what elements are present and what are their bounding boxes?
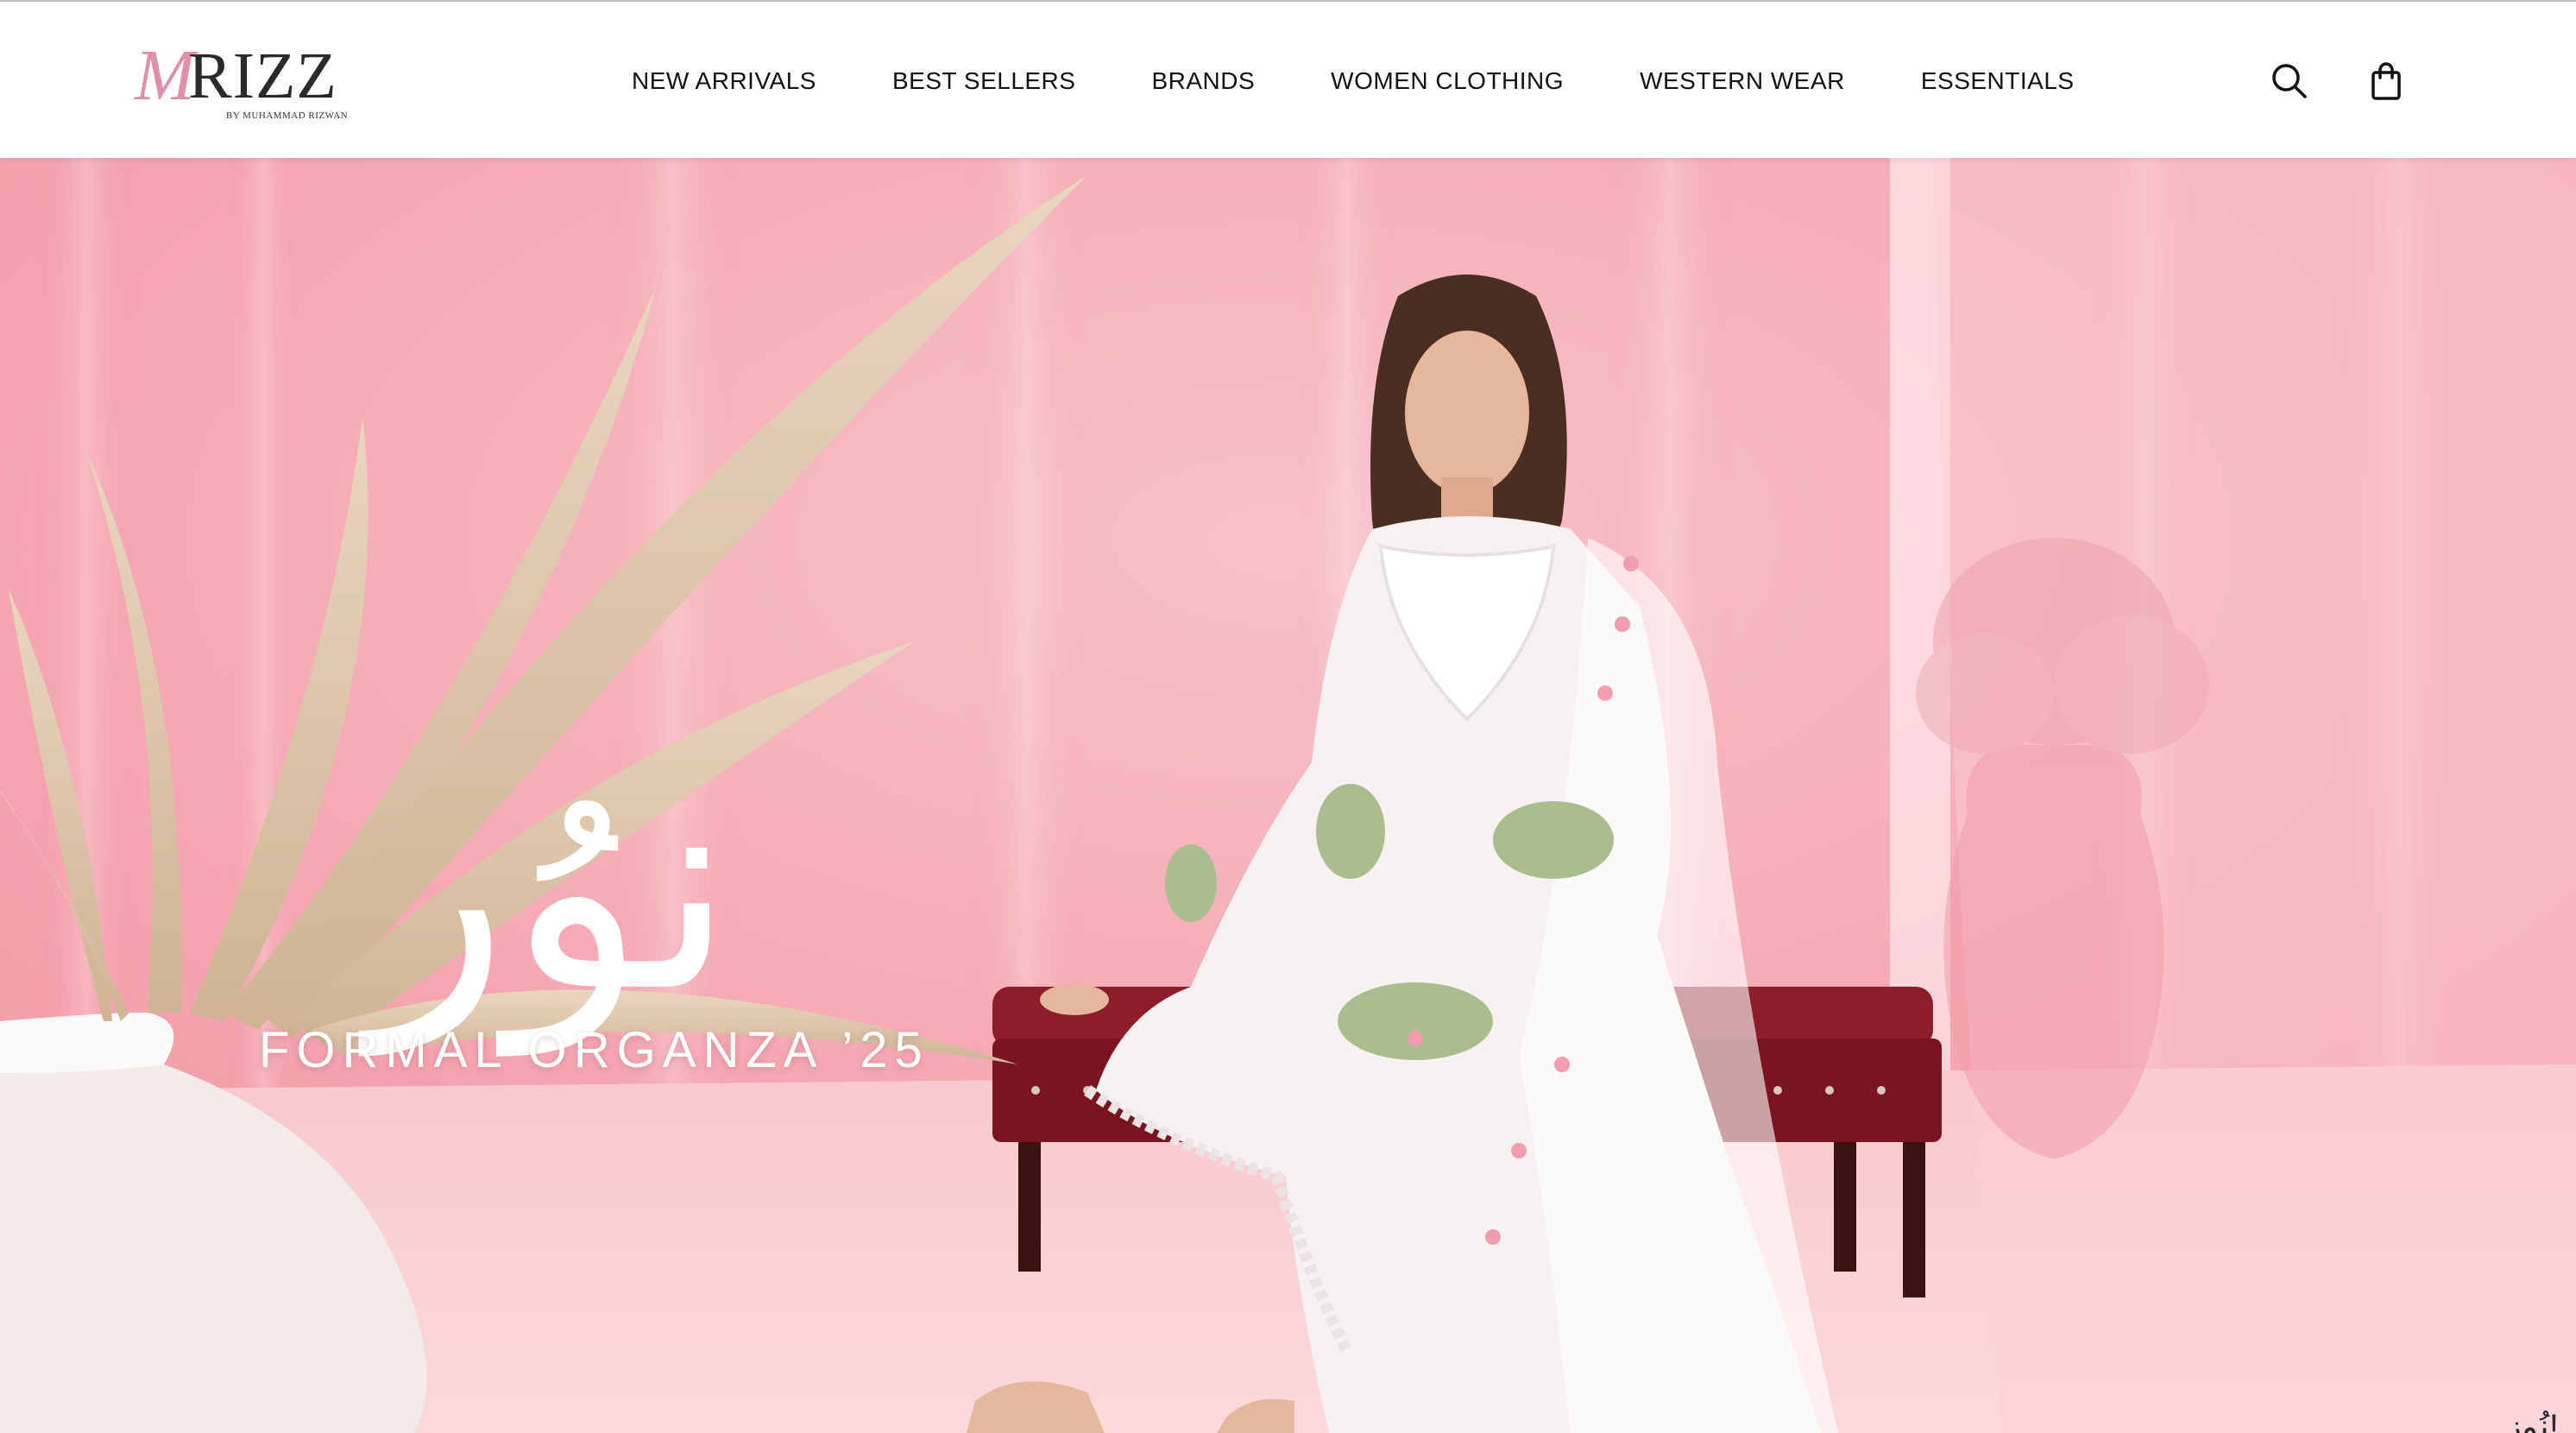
search-icon xyxy=(2272,64,2307,98)
logo-initial: M xyxy=(135,35,195,116)
nav-item-women-clothing[interactable]: WOMEN CLOTHING xyxy=(1331,67,1564,95)
logo-wordmark: RIZZ xyxy=(188,40,337,112)
nav-item-best-sellers[interactable]: BEST SELLERS xyxy=(892,67,1075,95)
collection-title: FORMAL ORGANZA ’25 xyxy=(259,1022,929,1078)
shopping-bag-icon xyxy=(2371,62,2401,100)
nav-item-western-wear[interactable]: WESTERN WEAR xyxy=(1640,67,1845,95)
cart-button[interactable] xyxy=(2365,60,2407,102)
nav-item-brands[interactable]: BRANDS xyxy=(1151,67,1255,95)
main-navigation: NEW ARRIVALS BEST SELLERS BRANDS WOMEN C… xyxy=(632,2,2075,160)
site-header: M RIZZ BY MUHAMMAD RIZWAN NEW ARRIVALS B… xyxy=(0,0,2576,158)
hero-scene: نوُر xyxy=(0,158,2576,1433)
brand-logo[interactable]: M RIZZ BY MUHAMMAD RIZWAN xyxy=(135,36,350,123)
header-actions xyxy=(2269,57,2407,105)
search-button[interactable] xyxy=(2269,60,2310,102)
nav-item-new-arrivals[interactable]: NEW ARRIVALS xyxy=(632,67,816,95)
logo-subtitle: BY MUHAMMAD RIZWAN xyxy=(226,110,349,121)
nav-item-essentials[interactable]: ESSENTIALS xyxy=(1921,67,2075,95)
hero-banner[interactable]: نوُر FORMAL ORGANZA ’25 نُوزِ! xyxy=(0,158,2576,1433)
corner-watermark: نُوزِ! xyxy=(2504,1408,2559,1433)
hero-calligraphy: نوُر xyxy=(357,723,734,1058)
